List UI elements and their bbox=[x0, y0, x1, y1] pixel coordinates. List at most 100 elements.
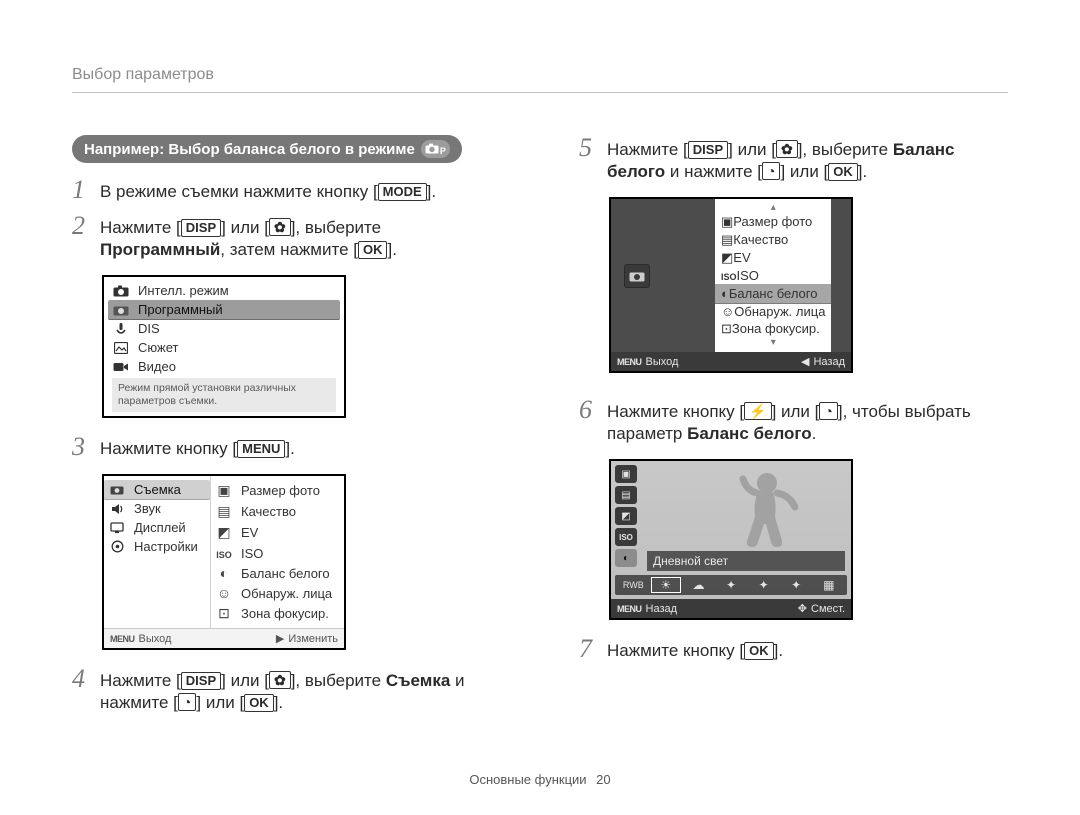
iso-icon: ISO bbox=[721, 268, 737, 283]
menu-tab-display[interactable]: Дисплей bbox=[108, 518, 206, 537]
preview-rail: ▣ ▤ ◩ ISO ◐ bbox=[615, 465, 637, 567]
step-6: 6 Нажмите кнопку [⚡] или [◔], чтобы выбр… bbox=[579, 401, 1008, 445]
mode-badge: P bbox=[421, 140, 450, 158]
menu-tab-shooting[interactable]: Съемка bbox=[104, 480, 210, 499]
menu-option[interactable]: ▣Размер фото bbox=[215, 480, 340, 501]
foot-back[interactable]: ◀Назад bbox=[801, 355, 845, 368]
key-ok: OK bbox=[358, 241, 388, 259]
focus-icon: ⊡ bbox=[215, 605, 233, 622]
foot-change[interactable]: ▶Изменить bbox=[276, 632, 338, 645]
menu-panel: Съемка Звук Дисплей Настройки ▣Размер фо… bbox=[102, 474, 346, 650]
menu-option[interactable]: ◩EV bbox=[721, 249, 825, 267]
wb-menu: ▴ ▣Размер фото ▤Качество ◩EV ISOISO ◐Бал… bbox=[715, 199, 831, 352]
menu-option[interactable]: ▣Размер фото bbox=[721, 213, 825, 231]
gear-icon bbox=[108, 540, 126, 553]
example-heading-text: Например: Выбор баланса белого в режиме bbox=[84, 141, 415, 158]
mode-badge-sub: P bbox=[440, 146, 446, 156]
menu-option[interactable]: ◩EV bbox=[215, 522, 340, 543]
mode-item[interactable]: DIS bbox=[112, 319, 336, 338]
step-4: 4 Нажмите [DISP] или [✿], выберите Съемк… bbox=[72, 670, 501, 714]
rail-chip[interactable]: ▣ bbox=[615, 465, 637, 483]
wb-current-label: Дневной свет bbox=[647, 551, 845, 571]
menu-option[interactable]: ◐Баланс белого bbox=[215, 563, 340, 583]
key-menu: MENU bbox=[237, 440, 285, 458]
mode-item-selected[interactable]: Программный bbox=[108, 300, 340, 319]
menu-option[interactable]: ⊡Зона фокусир. bbox=[215, 603, 340, 624]
step-text: Нажмите кнопку [⚡] или [◔], чтобы выбрат… bbox=[607, 401, 1008, 445]
key-ok: OK bbox=[744, 642, 774, 660]
quality-icon: ▤ bbox=[215, 503, 233, 520]
macro-icon: ✿ bbox=[269, 218, 291, 236]
ev-icon: ◩ bbox=[721, 250, 733, 265]
camera-icon bbox=[112, 285, 130, 297]
step-7: 7 Нажмите кнопку [OK]. bbox=[579, 640, 1008, 662]
page: Выбор параметров Например: Выбор баланса… bbox=[0, 0, 1080, 815]
menu-option[interactable]: ISOISO bbox=[215, 543, 340, 563]
menu-tabs: Съемка Звук Дисплей Настройки bbox=[104, 476, 211, 628]
face-icon: ☺ bbox=[215, 585, 233, 601]
mode-description: Режим прямой установки различных парамет… bbox=[112, 378, 336, 412]
rail-chip[interactable]: ◩ bbox=[615, 507, 637, 525]
foot-move[interactable]: ✥Смест. bbox=[798, 602, 845, 615]
menu-option[interactable]: ⊡Зона фокусир. bbox=[721, 320, 825, 338]
foot-exit[interactable]: MENUВыход bbox=[110, 632, 171, 645]
step-text: Нажмите [DISP] или [✿], выберите Съемка … bbox=[100, 670, 501, 714]
size-icon: ▣ bbox=[721, 214, 733, 229]
preview-scene: ▣ ▤ ◩ ISO ◐ bbox=[611, 461, 851, 599]
step-number: 2 bbox=[72, 215, 100, 259]
wb-options-strip: RWB ☀ ☁ ✦ ✦ ✦ ▦ bbox=[615, 575, 847, 595]
footer-section: Основные функции bbox=[469, 772, 586, 787]
foot-back[interactable]: MENUНазад bbox=[617, 602, 677, 615]
wb-option[interactable]: ▦ bbox=[814, 578, 843, 592]
menu-option[interactable]: ☺Обнаруж. лица bbox=[215, 583, 340, 603]
menu-option-selected[interactable]: ◐Баланс белого bbox=[715, 284, 831, 303]
step-3: 3 Нажмите кнопку [MENU]. bbox=[72, 438, 501, 460]
mode-list-panel: Интелл. режим Программный DIS Сюжет Виде… bbox=[102, 275, 346, 418]
menu-tab-sound[interactable]: Звук bbox=[108, 499, 206, 518]
menu-option[interactable]: ISOISO bbox=[721, 267, 825, 284]
camera-icon bbox=[425, 143, 439, 156]
foot-exit[interactable]: MENUВыход bbox=[617, 355, 678, 368]
rail-chip[interactable]: ISO bbox=[615, 528, 637, 546]
wb-option-selected[interactable]: ☀ bbox=[652, 578, 681, 592]
camera-icon bbox=[108, 484, 126, 495]
footer-page-number: 20 bbox=[596, 772, 610, 787]
mode-item[interactable]: Интелл. режим bbox=[112, 281, 336, 300]
quality-icon: ▤ bbox=[721, 232, 733, 247]
wb-option[interactable]: ☁ bbox=[684, 578, 713, 592]
rail-chip-selected[interactable]: ◐ bbox=[615, 549, 637, 567]
key-disp: DISP bbox=[181, 672, 221, 690]
menu-option[interactable]: ☺Обнаруж. лица bbox=[721, 303, 825, 320]
mode-item[interactable]: Сюжет bbox=[112, 338, 336, 357]
content-columns: Например: Выбор баланса белого в режиме … bbox=[72, 135, 1008, 728]
focus-icon: ⊡ bbox=[721, 321, 732, 336]
rail-chip[interactable]: ▤ bbox=[615, 486, 637, 504]
menu-tab-settings[interactable]: Настройки bbox=[108, 537, 206, 556]
timer-icon: ◔ bbox=[819, 402, 837, 420]
ev-icon: ◩ bbox=[215, 524, 233, 541]
mode-item[interactable]: Видео bbox=[112, 357, 336, 376]
timer-icon: ◔ bbox=[762, 162, 780, 180]
figure-silhouette bbox=[719, 469, 809, 561]
key-disp: DISP bbox=[688, 141, 728, 159]
wb-option[interactable]: RWB bbox=[619, 578, 648, 592]
step-number: 6 bbox=[579, 399, 607, 443]
wb-option[interactable]: ✦ bbox=[717, 578, 746, 592]
macro-icon: ✿ bbox=[776, 140, 798, 158]
video-icon bbox=[112, 361, 130, 373]
menu-option[interactable]: ▤Качество bbox=[215, 501, 340, 522]
macro-icon: ✿ bbox=[269, 671, 291, 689]
panel-footer: MENUВыход ▶Изменить bbox=[104, 628, 344, 648]
step-number: 3 bbox=[72, 436, 100, 458]
step-text: Нажмите кнопку [OK]. bbox=[607, 640, 1008, 662]
left-column: Например: Выбор баланса белого в режиме … bbox=[72, 135, 501, 728]
wb-option[interactable]: ✦ bbox=[749, 578, 778, 592]
menu-option[interactable]: ▤Качество bbox=[721, 231, 825, 249]
size-icon: ▣ bbox=[215, 482, 233, 499]
wb-option[interactable]: ✦ bbox=[782, 578, 811, 592]
camera-icon bbox=[624, 264, 650, 288]
key-disp: DISP bbox=[181, 219, 221, 237]
step-number: 4 bbox=[72, 668, 100, 712]
example-heading: Например: Выбор баланса белого в режиме … bbox=[72, 135, 462, 163]
scroll-up-icon: ▴ bbox=[721, 203, 825, 213]
